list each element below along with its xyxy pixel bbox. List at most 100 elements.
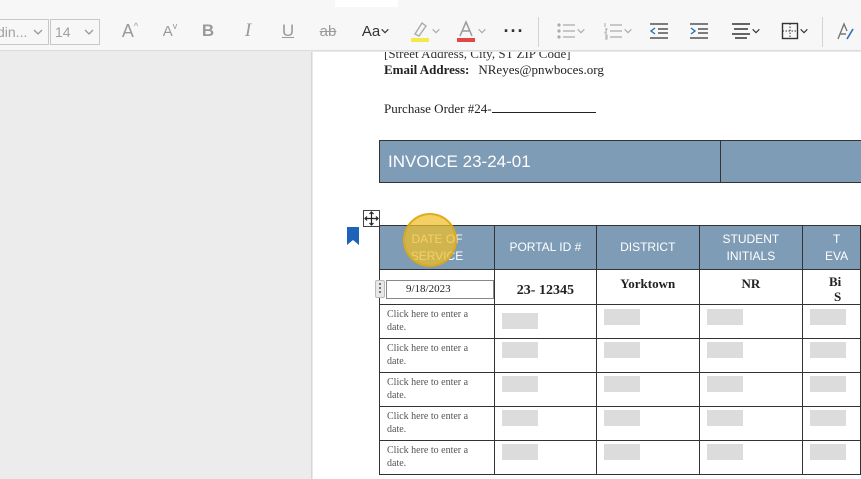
district-cell[interactable] (595, 440, 700, 475)
date-placeholder-cell[interactable]: Click here to enter a date. (379, 338, 495, 373)
font-name-value: din... (0, 24, 28, 40)
district-cell[interactable] (595, 372, 700, 407)
date-cell[interactable]: 9/18/2023 (379, 269, 495, 305)
initials-cell[interactable] (698, 338, 803, 373)
truncated-cell[interactable] (801, 304, 861, 339)
table-row: Click here to enter a date. (379, 338, 861, 373)
content-control-placeholder[interactable] (809, 376, 846, 392)
content-control-placeholder[interactable] (502, 313, 538, 329)
change-case-icon: Aa (361, 22, 381, 40)
address-line[interactable]: [Street Address, City, ST ZIP Code] (384, 52, 571, 62)
font-color-icon (457, 20, 475, 42)
strikethrough-button[interactable]: ab (315, 16, 341, 46)
content-control-placeholder[interactable] (706, 342, 743, 358)
font-name-dropdown[interactable]: din... (0, 19, 49, 45)
initials-cell[interactable] (698, 372, 803, 407)
font-color-button[interactable] (451, 16, 491, 46)
invoice-title-banner[interactable]: INVOICE 23-24-01 (379, 140, 721, 183)
increase-indent-button[interactable] (687, 16, 711, 46)
content-control-placeholder[interactable] (502, 444, 538, 460)
chevron-down-icon (33, 29, 43, 35)
initials-cell[interactable] (698, 440, 803, 475)
content-control-placeholder[interactable] (502, 410, 538, 426)
numbering-button[interactable] (598, 16, 638, 46)
truncated-cell[interactable] (801, 406, 861, 441)
content-control-placeholder[interactable] (706, 376, 743, 392)
table-move-handle[interactable] (363, 210, 380, 227)
initials-cell[interactable]: NR (698, 269, 803, 305)
date-placeholder-cell[interactable]: Click here to enter a date. (379, 304, 495, 339)
email-value[interactable]: NReyes@pnwboces.org (478, 62, 603, 77)
email-row[interactable]: Email Address: NReyes@pnwboces.org (384, 62, 604, 78)
bookmark-icon[interactable] (347, 227, 359, 245)
shrink-font-button[interactable]: Av (156, 16, 184, 46)
initials-cell[interactable] (698, 304, 803, 339)
highlighter-icon (411, 21, 429, 42)
alignment-button[interactable] (726, 16, 766, 46)
decrease-indent-button[interactable] (647, 16, 671, 46)
content-control-placeholder[interactable] (706, 444, 743, 460)
district-cell[interactable] (595, 304, 700, 339)
font-size-dropdown[interactable]: 14 (50, 19, 100, 45)
table-row: Click here to enter a date. (379, 304, 861, 339)
portal-id-cell[interactable]: 23- 12345 (494, 269, 597, 305)
portal-id-cell[interactable] (494, 338, 597, 373)
portal-id-cell[interactable] (494, 304, 597, 339)
truncated-cell[interactable] (801, 440, 861, 475)
grow-font-button[interactable]: A ^ (116, 16, 144, 46)
bullets-button[interactable] (551, 16, 591, 46)
workspace-margin (0, 52, 312, 479)
header-student-initials: STUDENT INITIALS (698, 225, 803, 270)
portal-id-cell[interactable] (494, 406, 597, 441)
content-control-placeholder[interactable] (706, 309, 743, 325)
change-case-button[interactable]: Aa (356, 16, 396, 46)
truncated-cell[interactable] (801, 372, 861, 407)
content-control-placeholder[interactable] (603, 444, 640, 460)
chevron-down-icon (577, 28, 585, 34)
more-options-button[interactable]: ··· (500, 16, 528, 46)
content-control-placeholder[interactable] (502, 342, 538, 358)
district-cell[interactable]: Yorktown (595, 269, 700, 305)
bullet-list-icon (557, 23, 575, 39)
truncated-cell[interactable]: Bi S (801, 269, 861, 305)
district-cell[interactable] (595, 338, 700, 373)
borders-button[interactable] (775, 16, 815, 46)
font-size-value: 14 (55, 24, 71, 40)
underline-button[interactable]: U (275, 16, 301, 46)
content-control-placeholder[interactable] (706, 410, 743, 426)
content-control-placeholder[interactable] (603, 410, 640, 426)
chevron-down-icon (432, 28, 440, 34)
date-placeholder-cell[interactable]: Click here to enter a date. (379, 372, 495, 407)
initials-cell[interactable] (698, 406, 803, 441)
bold-button[interactable]: B (195, 16, 221, 46)
chevron-down-icon (381, 28, 389, 34)
date-placeholder-cell[interactable]: Click here to enter a date. (379, 440, 495, 475)
content-control-placeholder[interactable] (603, 376, 640, 392)
toolbar-separator (538, 17, 539, 47)
styles-button[interactable] (832, 16, 858, 46)
row-drag-handle[interactable] (375, 280, 385, 298)
purchase-order-row[interactable]: Purchase Order #24- (384, 101, 596, 117)
header-date-of-service: DATE OF SERVICE (379, 225, 495, 270)
portal-id-cell[interactable] (494, 372, 597, 407)
content-control-placeholder[interactable] (603, 309, 640, 325)
document-page[interactable]: [Street Address, City, ST ZIP Code] Emai… (313, 52, 861, 479)
truncated-cell[interactable] (801, 338, 861, 373)
align-center-icon (732, 23, 750, 39)
content-control-placeholder[interactable] (502, 376, 538, 392)
content-control-placeholder[interactable] (809, 309, 846, 325)
date-placeholder-cell[interactable]: Click here to enter a date. (379, 406, 495, 441)
content-control-placeholder[interactable] (809, 410, 846, 426)
content-control-placeholder[interactable] (809, 342, 846, 358)
portal-id-cell[interactable] (494, 440, 597, 475)
district-cell[interactable] (595, 406, 700, 441)
italic-icon: I (244, 20, 252, 41)
table-row: Click here to enter a date. (379, 372, 861, 407)
content-control-placeholder[interactable] (809, 444, 846, 460)
date-picker-field[interactable]: 9/18/2023 (386, 280, 494, 299)
italic-button[interactable]: I (235, 16, 261, 46)
content-control-placeholder[interactable] (603, 342, 640, 358)
purchase-order-blank[interactable] (491, 102, 596, 113)
highlight-color-button[interactable] (405, 16, 445, 46)
invoice-banner-extension (721, 140, 861, 183)
